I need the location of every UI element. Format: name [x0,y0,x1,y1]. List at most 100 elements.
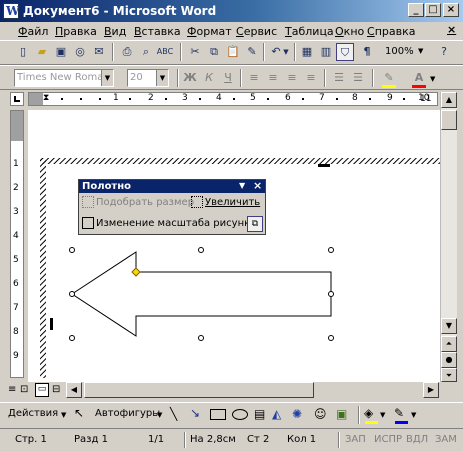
selection-handle[interactable] [198,247,204,253]
print-icon[interactable]: ⎙ [118,43,136,61]
font-size-dropdown-icon[interactable]: ▼ [156,70,168,86]
menu-window[interactable]: Окно [335,25,364,38]
italic-button[interactable]: К [200,69,218,87]
font-name-combo[interactable]: Times New Roman ▼ [14,69,114,87]
zoom-dropdown-icon[interactable]: ▼ [418,47,423,55]
maximize-button[interactable]: □ [425,3,441,17]
permission-icon[interactable]: ◎ [71,43,89,61]
print-preview-icon[interactable]: ⌕ [137,43,155,61]
fill-color-icon[interactable]: ◈ [364,406,373,420]
selection-handle[interactable] [328,247,334,253]
line-color-dropdown-icon[interactable]: ▼ [411,411,416,419]
font-name-dropdown-icon[interactable]: ▼ [101,70,113,86]
align-center-icon[interactable]: ≡ [264,69,282,87]
browse-object-icon[interactable]: ● [441,352,457,368]
document-area[interactable] [28,110,440,382]
autoshapes-menu[interactable]: Автофигуры [95,408,160,419]
menu-format[interactable]: Формат [187,25,232,38]
normal-view-icon[interactable]: ≡ [8,384,16,395]
horizontal-scroll-thumb[interactable] [84,382,314,398]
selection-handle[interactable] [69,291,75,297]
scroll-thumb[interactable] [441,110,457,130]
previous-page-icon[interactable]: ⏶ [441,336,457,352]
clipart-icon[interactable]: ☺ [314,407,327,421]
selection-handle[interactable] [328,291,334,297]
outline-view-icon[interactable]: ⊟ [52,384,60,395]
table-icon[interactable]: ▦ [298,43,316,61]
selection-handle[interactable] [69,335,75,341]
menu-file[interactable]: Файл [18,25,48,38]
status-record[interactable]: ЗАП [345,434,366,445]
menu-edit[interactable]: Правка [55,25,97,38]
undo-dropdown-icon[interactable]: ▼ [281,43,291,61]
selection-handle[interactable] [69,247,75,253]
oval-icon[interactable] [232,409,248,420]
scroll-up-icon[interactable]: ▲ [441,92,457,108]
new-document-icon[interactable]: ▯ [14,43,32,61]
fit-button[interactable]: Подобрать размер [82,195,194,211]
left-arrow-shape[interactable] [71,251,332,337]
status-overtype[interactable]: ЗАМ [435,434,457,445]
scale-drawing-button[interactable]: Изменение масштаба рисунка [82,216,256,232]
arrow-icon[interactable]: ↘ [190,406,200,420]
actions-dropdown-icon[interactable]: ▼ [61,411,66,419]
fill-color-dropdown-icon[interactable]: ▼ [380,411,385,419]
scroll-left-icon[interactable]: ◀ [66,382,82,398]
vertical-scrollbar[interactable]: ▲ ▼ ⏶ ● ⏷ [440,92,457,382]
selection-handle[interactable] [328,335,334,341]
font-color-dropdown-icon[interactable]: ▼ [430,75,435,83]
toolbar-options-icon[interactable]: ▼ [239,181,245,190]
expand-button[interactable]: Увеличить [191,195,260,211]
line-icon[interactable]: ╲ [170,407,177,421]
canvas-toolbar-title[interactable]: Полотно [79,180,265,193]
word-app-icon[interactable] [3,3,19,19]
menu-view[interactable]: Вид [104,25,126,38]
indent-marker-icon[interactable]: ⧗ [43,93,49,103]
menu-table[interactable]: Таблица [285,25,334,38]
actions-menu[interactable]: Действия [8,408,60,419]
underline-button[interactable]: Ч [219,69,237,87]
status-track-changes[interactable]: ИСПР [374,434,402,445]
text-wrapping-icon[interactable]: ⧉ [247,216,263,232]
textbox-icon[interactable]: ▤ [254,407,265,421]
menu-help[interactable]: Справка [367,25,415,38]
scroll-right-icon[interactable]: ▶ [423,382,439,398]
spelling-icon[interactable]: ABC [156,43,174,61]
wordart-icon[interactable]: ◭ [272,407,281,421]
menu-tools[interactable]: Сервис [236,25,277,38]
zoom-value[interactable]: 100% [385,46,414,57]
canvas-handle-left[interactable] [50,318,53,330]
drawing-canvas[interactable] [28,110,440,382]
bold-button[interactable]: Ж [181,69,199,87]
close-document-button[interactable]: × [447,23,456,36]
help-icon[interactable]: ? [435,43,453,61]
bullets-icon[interactable]: ☰ [349,69,367,87]
align-right-icon[interactable]: ≡ [283,69,301,87]
toolbar-close-icon[interactable]: × [253,179,262,192]
insert-picture-icon[interactable]: ▣ [336,407,347,421]
menu-insert[interactable]: Вставка [134,25,181,38]
horizontal-ruler[interactable]: ⧗ 1 2 3 4 5 6 7 8 9 10 [28,92,438,106]
minimize-button[interactable]: _ [408,3,424,17]
line-color-icon[interactable]: ✎ [394,406,404,420]
rectangle-icon[interactable] [210,409,226,420]
scroll-down-icon[interactable]: ▼ [441,318,457,334]
save-icon[interactable]: ▣ [52,43,70,61]
font-size-combo[interactable]: 20 ▼ [127,69,169,87]
cut-icon[interactable]: ✂ [186,43,204,61]
diagram-icon[interactable]: ✺ [292,407,302,421]
open-folder-icon[interactable]: ▰ [33,43,51,61]
show-paragraph-icon[interactable]: ¶ [358,43,376,61]
tab-selector[interactable] [10,92,24,106]
next-page-icon[interactable]: ⏷ [441,368,457,382]
numbering-icon[interactable]: ☰ [330,69,348,87]
select-objects-icon[interactable]: ↖ [74,406,84,420]
print-layout-view-icon[interactable]: ▭ [35,383,49,397]
web-view-icon[interactable]: ⊡ [20,384,28,395]
status-extend[interactable]: ВДЛ [406,434,428,445]
copy-icon[interactable]: ⧉ [205,43,223,61]
format-painter-icon[interactable]: ✎ [243,43,261,61]
drawing-toggle-icon[interactable]: ⛉ [336,43,354,61]
columns-icon[interactable]: ▥ [317,43,335,61]
email-icon[interactable]: ✉ [90,43,108,61]
